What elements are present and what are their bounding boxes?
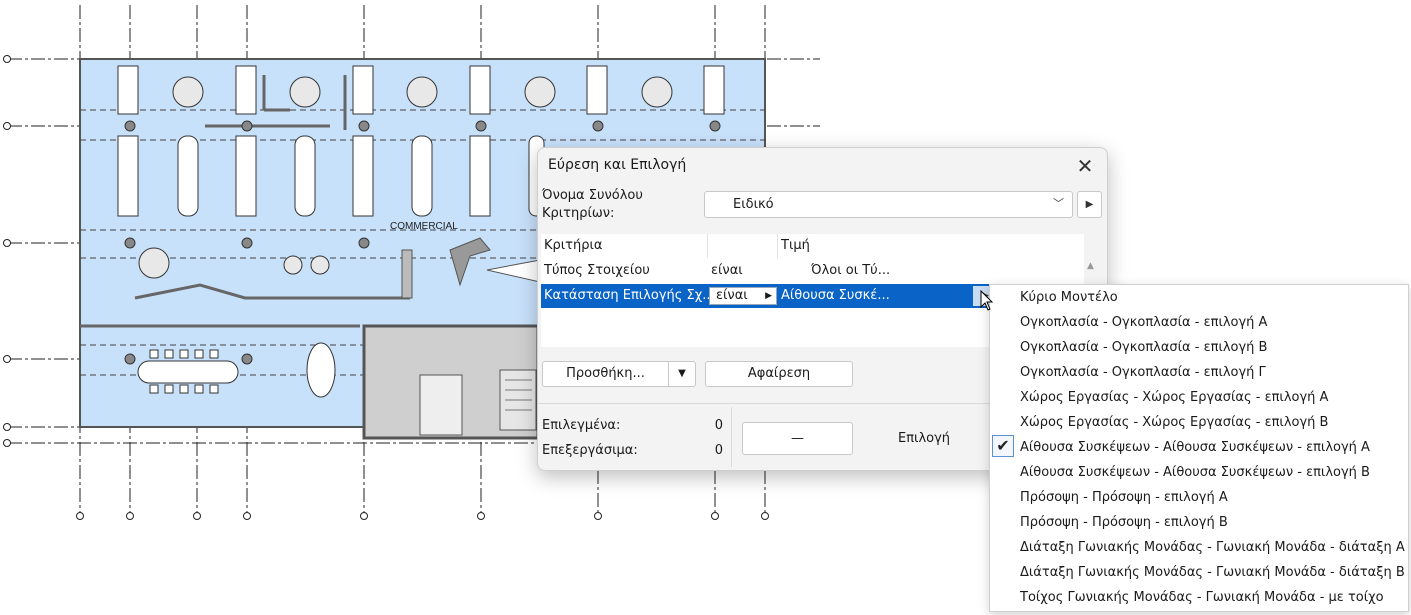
list-item[interactable]: Κύριο Μοντέλο [1020,285,1118,310]
minus-icon: — [791,431,804,446]
clear-selection-button[interactable]: — [742,422,853,455]
list-item[interactable]: Ογκοπλασία - Ογκοπλασία - επιλογή Β [1020,335,1267,360]
remove-button-label: Αφαίρεση [747,366,811,381]
list-item[interactable]: Διάταξη Γωνιακής Μονάδας - Γωνιακή Μονάδ… [1020,560,1405,585]
list-item-checked[interactable]: Αίθουσα Συσκέψεων - Αίθουσα Συσκέψεων - … [1020,435,1370,460]
criteria-set-label: Όνομα Συνόλου Κριτηρίων: [542,188,643,221]
chevron-down-icon[interactable]: ▼ [669,362,695,386]
row-value: Όλοι οι Τύ... [811,263,891,278]
list-item[interactable]: Ογκοπλασία - Ογκοπλασία - επιλογή Α [1020,310,1267,335]
add-button[interactable]: Προσθήκη... ▼ [542,361,696,387]
list-item[interactable]: Πρόσοψη - Πρόσοψη - επιλογή Β [1020,510,1228,535]
criteria-set-menu-button[interactable]: ▶ [1077,191,1102,218]
close-icon[interactable]: ✕ [1073,154,1097,178]
list-item[interactable]: Αίθουσα Συσκέψεων - Αίθουσα Συσκέψεων - … [1020,460,1370,485]
criteria-set-value: Ειδικό [733,197,774,212]
header-value: Τιμή [781,238,810,253]
select-label: Επιλογή [898,431,951,446]
list-item[interactable]: Χώρος Εργασίας - Χώρος Εργασίας - επιλογ… [1020,410,1328,435]
operator-dropdown[interactable]: είναι ▶ [709,287,777,305]
play-arrow-icon: ▶ [765,291,772,301]
list-item[interactable]: Τοίχος Γωνιακής Μονάδας - Γωνιακή Μονάδα… [1020,585,1384,610]
row-criterion: Τύπος Στοιχείου [544,263,650,278]
table-row[interactable]: Τύπος Στοιχείου είναι Όλοι οι Τύ... [541,259,1084,283]
header-criteria: Κριτήρια [544,238,603,253]
add-button-label: Προσθήκη... [566,366,645,381]
operator-value: είναι [716,288,748,303]
mouse-pointer-icon [980,290,994,311]
scroll-up-icon[interactable]: ▲ [1087,261,1094,271]
list-item[interactable]: Ογκοπλασία - Ογκοπλασία - επιλογή Γ [1020,360,1266,385]
criteria-header-row: Κριτήρια Τιμή [541,234,1084,258]
editable-label: Επεξεργάσιμα: [542,443,638,458]
criteria-set-select[interactable]: Ειδικό ﹀ [704,191,1073,218]
plan-commercial-label: COMMERCIAL [390,221,458,232]
editable-count: 0 [714,443,723,458]
list-item[interactable]: Πρόσοψη - Πρόσοψη - επιλογή Α [1020,485,1228,510]
selection-state-dropdown-list: ✔ Κύριο Μοντέλο Ογκοπλασία - Ογκοπλασία … [989,284,1409,612]
list-item[interactable]: Χώρος Εργασίας - Χώρος Εργασίας - επιλογ… [1020,385,1328,410]
selected-label: Επιλεγμένα: [542,418,621,433]
row-operator: είναι [711,263,743,278]
dialog-title: Εύρεση και Επιλογή [548,157,687,173]
selected-count: 0 [714,418,723,433]
checkmark-icon: ✔ [992,435,1014,457]
list-item[interactable]: Διάταξη Γωνιακής Μονάδας - Γωνιακή Μονάδ… [1020,535,1405,560]
row-criterion: Κατάσταση Επιλογής Σχ... [544,288,715,303]
play-arrow-icon: ▶ [1085,199,1094,210]
remove-button[interactable]: Αφαίρεση [705,361,853,387]
chevron-down-icon: ﹀ [1053,197,1064,210]
row-value: Αίθουσα Συσκέ... [781,288,890,303]
